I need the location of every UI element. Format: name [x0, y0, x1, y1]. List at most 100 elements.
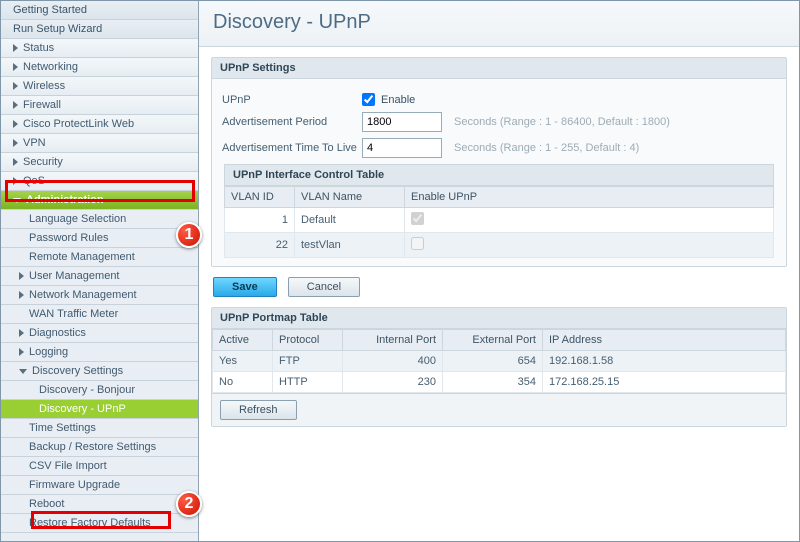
sidebar-label: Security: [23, 156, 63, 168]
sidebar-item-logging[interactable]: Logging: [1, 343, 198, 362]
cell-protocol: FTP: [273, 351, 343, 372]
sidebar-label: Networking: [23, 61, 78, 73]
chevron-right-icon: [19, 329, 24, 337]
sidebar-item-firmware-upgrade[interactable]: Firmware Upgrade: [1, 476, 198, 495]
sidebar-item-label: Reboot: [29, 498, 64, 510]
sidebar-item-label: Network Management: [29, 289, 137, 301]
sidebar-item-label: Remote Management: [29, 251, 135, 263]
adv-period-label: Advertisement Period: [222, 116, 362, 128]
sidebar-run-setup-wizard[interactable]: Run Setup Wizard: [1, 20, 198, 39]
cell-vlan-name: testVlan: [295, 233, 405, 258]
cell-external-port: 654: [443, 351, 543, 372]
adv-period-hint: Seconds (Range : 1 - 86400, Default : 18…: [454, 116, 670, 128]
sidebar-networking[interactable]: Networking: [1, 58, 198, 77]
sidebar-item-wan-traffic-meter[interactable]: WAN Traffic Meter: [1, 305, 198, 324]
sidebar-item-discovery-settings[interactable]: Discovery Settings: [1, 362, 198, 381]
chevron-right-icon: [13, 101, 18, 109]
upnp-enable-checkbox[interactable]: [362, 93, 375, 106]
content: Discovery - UPnP UPnP Settings UPnP Enab…: [199, 1, 799, 541]
iface-table-heading: UPnP Interface Control Table: [224, 164, 774, 186]
sidebar-label: Status: [23, 42, 54, 54]
chevron-right-icon: [19, 291, 24, 299]
refresh-button[interactable]: Refresh: [220, 400, 297, 420]
sidebar-vpn[interactable]: VPN: [1, 134, 198, 153]
chevron-right-icon: [13, 63, 18, 71]
save-button[interactable]: Save: [213, 277, 277, 297]
callout-1: 1: [176, 222, 202, 248]
portmap-panel: UPnP Portmap Table Active Protocol Inter…: [211, 307, 787, 427]
portmap-table: Active Protocol Internal Port External P…: [212, 329, 786, 393]
sidebar-item-label: Discovery Settings: [32, 365, 123, 377]
sidebar-item-language-selection[interactable]: Language Selection: [1, 210, 198, 229]
sidebar-administration[interactable]: Administration: [1, 191, 198, 210]
sidebar-item-label: Restore Factory Defaults: [29, 517, 151, 529]
col-vlan-name: VLAN Name: [295, 187, 405, 208]
sidebar-item-user-management[interactable]: User Management: [1, 267, 198, 286]
sidebar-wireless[interactable]: Wireless: [1, 77, 198, 96]
sidebar-label: Administration: [26, 194, 104, 206]
cancel-button[interactable]: Cancel: [288, 277, 360, 297]
sidebar-cisco-protectlink-web[interactable]: Cisco ProtectLink Web: [1, 115, 198, 134]
sidebar-item-time-settings[interactable]: Time Settings: [1, 419, 198, 438]
sidebar-item-remote-management[interactable]: Remote Management: [1, 248, 198, 267]
upnp-label: UPnP: [222, 94, 362, 106]
chevron-down-icon: [19, 369, 27, 374]
sidebar-qos[interactable]: QoS: [1, 172, 198, 191]
table-row: 22testVlan: [225, 233, 774, 258]
cell-vlan-id: 1: [225, 208, 295, 233]
sidebar-item-csv-file-import[interactable]: CSV File Import: [1, 457, 198, 476]
sidebar-item-label: WAN Traffic Meter: [29, 308, 118, 320]
sidebar-label: VPN: [23, 137, 46, 149]
adv-ttl-label: Advertisement Time To Live: [222, 142, 362, 154]
upnp-settings-panel: UPnP Settings UPnP Enable Advertisement …: [211, 57, 787, 267]
sidebar-item-reboot[interactable]: Reboot: [1, 495, 198, 514]
sidebar-getting-started[interactable]: Getting Started: [1, 1, 198, 20]
sidebar-item-backup-restore-settings[interactable]: Backup / Restore Settings: [1, 438, 198, 457]
chevron-right-icon: [19, 348, 24, 356]
sidebar-item-discovery-bonjour[interactable]: Discovery - Bonjour: [1, 381, 198, 400]
sidebar-label: Firewall: [23, 99, 61, 111]
col-active: Active: [213, 330, 273, 351]
sidebar-security[interactable]: Security: [1, 153, 198, 172]
chevron-right-icon: [13, 120, 18, 128]
col-ip-address: IP Address: [543, 330, 786, 351]
sidebar-item-diagnostics[interactable]: Diagnostics: [1, 324, 198, 343]
cell-internal-port: 400: [343, 351, 443, 372]
enable-upnp-checkbox[interactable]: [411, 212, 424, 225]
cell-external-port: 354: [443, 372, 543, 393]
chevron-right-icon: [13, 82, 18, 90]
cell-enable: [405, 233, 774, 258]
chevron-right-icon: [13, 139, 18, 147]
sidebar-item-network-management[interactable]: Network Management: [1, 286, 198, 305]
table-row: YesFTP400654192.168.1.58: [213, 351, 786, 372]
chevron-right-icon: [13, 158, 18, 166]
sidebar-label: QoS: [23, 175, 45, 187]
adv-ttl-input[interactable]: [362, 138, 442, 158]
sidebar-item-label: Time Settings: [29, 422, 96, 434]
sidebar-firewall[interactable]: Firewall: [1, 96, 198, 115]
sidebar-item-label: Discovery - Bonjour: [39, 384, 135, 396]
sidebar-item-password-rules[interactable]: Password Rules: [1, 229, 198, 248]
sidebar-item-label: Password Rules: [29, 232, 108, 244]
sidebar-status[interactable]: Status: [1, 39, 198, 58]
sidebar-item-discovery-upnp[interactable]: Discovery - UPnP: [1, 400, 198, 419]
cell-active: Yes: [213, 351, 273, 372]
cell-vlan-id: 22: [225, 233, 295, 258]
adv-period-input[interactable]: [362, 112, 442, 132]
col-enable-upnp: Enable UPnP: [405, 187, 774, 208]
page-title: Discovery - UPnP: [199, 1, 799, 47]
sidebar-item-label: Firmware Upgrade: [29, 479, 120, 491]
col-protocol: Protocol: [273, 330, 343, 351]
portmap-heading: UPnP Portmap Table: [212, 308, 786, 329]
adv-ttl-hint: Seconds (Range : 1 - 255, Default : 4): [454, 142, 639, 154]
sidebar-item-restore-factory-defaults[interactable]: Restore Factory Defaults: [1, 514, 198, 533]
cell-enable: [405, 208, 774, 233]
sidebar-item-label: User Management: [29, 270, 120, 282]
chevron-right-icon: [13, 177, 18, 185]
cell-ip: 192.168.1.58: [543, 351, 786, 372]
cell-protocol: HTTP: [273, 372, 343, 393]
enable-upnp-checkbox[interactable]: [411, 237, 424, 250]
sidebar-item-label: Backup / Restore Settings: [29, 441, 156, 453]
cell-active: No: [213, 372, 273, 393]
table-row: NoHTTP230354172.168.25.15: [213, 372, 786, 393]
